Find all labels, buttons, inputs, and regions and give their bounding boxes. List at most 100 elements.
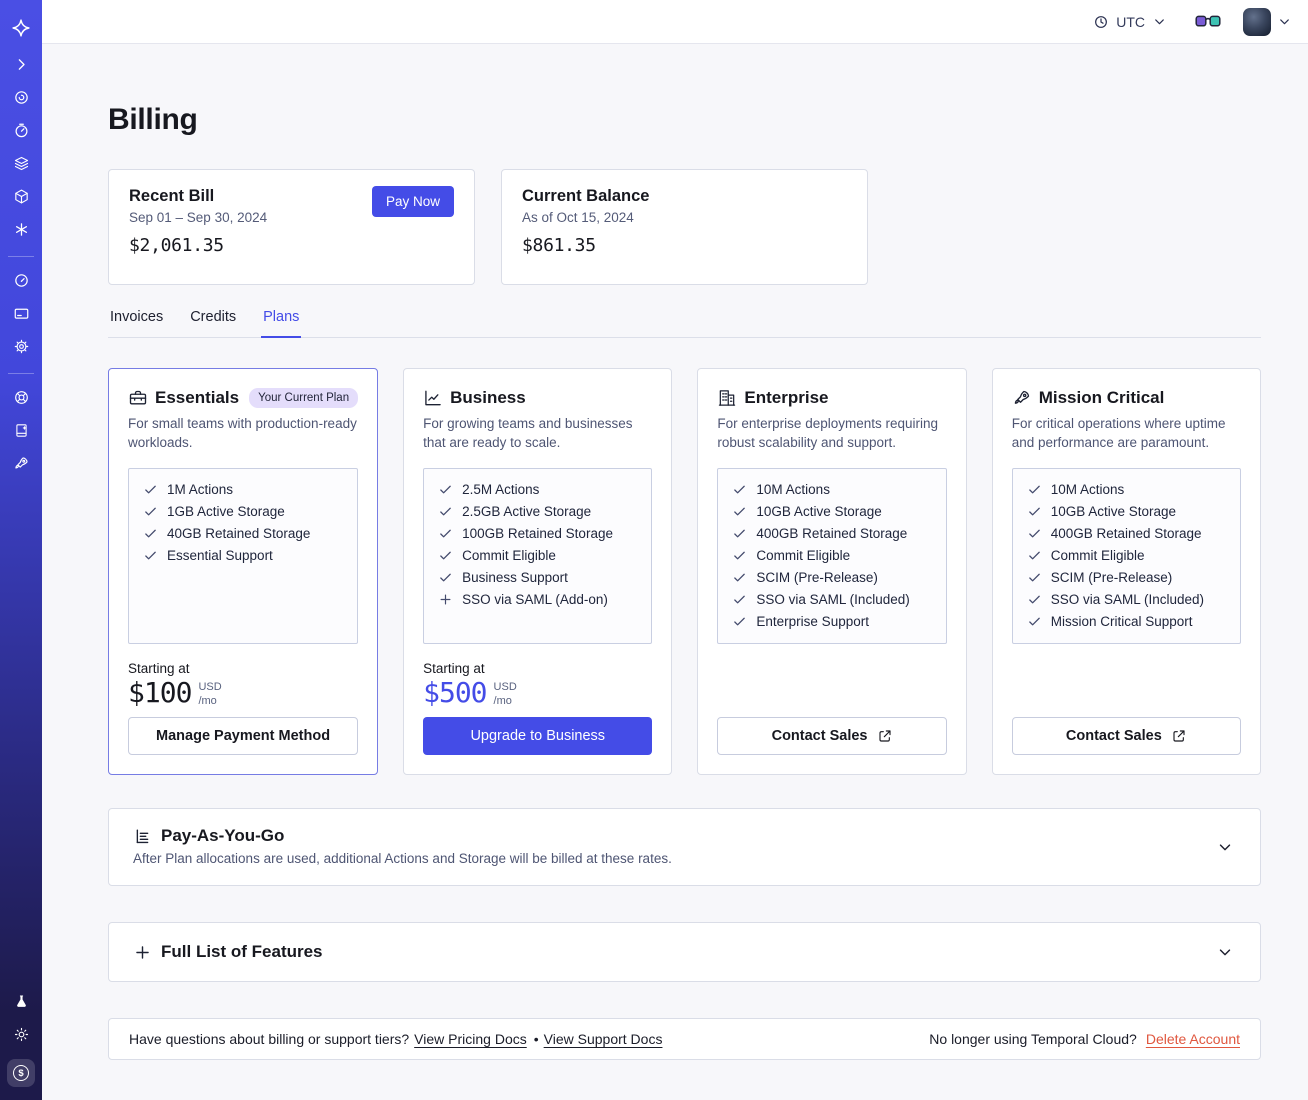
feature-item: 10M Actions (1027, 482, 1226, 497)
sidebar-item-layers-icon[interactable] (13, 155, 30, 172)
plan-card-enterprise: Enterprise For enterprise deployments re… (697, 368, 967, 775)
feature-item: SSO via SAML (Included) (1027, 592, 1226, 607)
chevron-down-icon[interactable] (1216, 943, 1234, 961)
topbar: UTC (42, 0, 1308, 44)
feature-item: 10GB Active Storage (1027, 504, 1226, 519)
delete-account-link[interactable]: Delete Account (1146, 1031, 1240, 1047)
current-plan-badge: Your Current Plan (249, 388, 359, 408)
sidebar-item-cube-icon[interactable] (13, 188, 30, 205)
sidebar-item-spiral-icon[interactable] (13, 89, 30, 106)
check-icon (734, 573, 746, 582)
plan-name: Essentials (155, 388, 240, 407)
current-balance-amount: $861.35 (522, 235, 596, 256)
glasses-icon[interactable] (1195, 14, 1221, 29)
timezone-selector[interactable]: UTC (1093, 14, 1167, 30)
pay-now-button[interactable]: Pay Now (371, 186, 454, 217)
rocket-icon (1014, 390, 1029, 404)
delete-prompt: No longer using Temporal Cloud? (929, 1031, 1137, 1047)
sidebar-expand-chevron-right-icon[interactable] (13, 56, 30, 73)
sidebar-item-gauge-icon[interactable] (13, 272, 30, 289)
feature-item: 1GB Active Storage (143, 504, 343, 519)
check-icon (440, 485, 451, 494)
pay-as-you-go-section[interactable]: Pay-As-You-Go After Plan allocations are… (108, 808, 1261, 886)
sidebar-item-asterisk-icon[interactable] (13, 221, 30, 238)
sidebar-item-flask-icon[interactable] (13, 993, 30, 1010)
check-icon (1028, 507, 1040, 516)
tab-credits[interactable]: Credits (188, 309, 238, 337)
sidebar-item-credit-card-icon[interactable] (13, 305, 30, 322)
feature-item: 2.5M Actions (438, 482, 637, 497)
sidebar-item-gear-icon[interactable] (13, 338, 30, 355)
feature-item: 100GB Retained Storage (438, 526, 637, 541)
feature-item: 2.5GB Active Storage (438, 504, 637, 519)
upgrade-to-business-button[interactable]: Upgrade to Business (423, 717, 653, 755)
price-period: /mo (493, 695, 512, 708)
full-features-section[interactable]: Full List of Features (108, 922, 1261, 982)
check-icon (734, 595, 746, 604)
plan-feature-box: 10M Actions 10GB Active Storage 400GB Re… (717, 467, 947, 644)
feature-item: SCIM (Pre-Release) (732, 570, 931, 585)
account-menu[interactable] (1243, 7, 1292, 36)
sidebar-item-book-icon[interactable] (13, 422, 30, 439)
dollar-coin-icon: $ (13, 1065, 29, 1081)
temporal-logo-icon[interactable] (11, 18, 31, 38)
manage-payment-method-button[interactable]: Manage Payment Method (128, 717, 359, 755)
avatar (1243, 7, 1271, 36)
check-icon (1028, 595, 1040, 604)
sidebar-item-billing-active[interactable]: $ (7, 1059, 35, 1087)
plan-description: For critical operations where uptime and… (1011, 416, 1226, 450)
check-icon (734, 551, 746, 560)
feature-item: 10GB Active Storage (732, 504, 931, 519)
sidebar-item-sun-icon[interactable] (13, 1026, 30, 1043)
chevron-down-icon[interactable] (1216, 838, 1234, 856)
plan-description: For small teams with production-ready wo… (128, 416, 357, 450)
plan-name: Enterprise (744, 388, 829, 407)
timezone-label: UTC (1116, 13, 1145, 30)
sidebar-item-timer-icon[interactable] (13, 122, 30, 139)
tab-invoices[interactable]: Invoices (108, 309, 165, 337)
price-currency: USD (493, 680, 517, 693)
view-pricing-docs-link[interactable]: View Pricing Docs (414, 1031, 527, 1047)
footer-question: Have questions about billing or support … (129, 1031, 410, 1047)
external-link-icon (878, 730, 891, 742)
tab-plans[interactable]: Plans (261, 309, 302, 338)
feature-item: Business Support (438, 570, 637, 585)
page-title: Billing (108, 103, 198, 136)
plan-feature-box: 10M Actions 10GB Active Storage 400GB Re… (1011, 467, 1241, 644)
check-icon (145, 529, 156, 538)
sidebar-item-lifebuoy-icon[interactable] (13, 389, 30, 406)
chevron-down-icon (1280, 19, 1289, 25)
check-icon (145, 485, 156, 494)
building-icon (719, 390, 736, 406)
feature-item: Commit Eligible (438, 548, 637, 563)
view-support-docs-link[interactable]: View Support Docs (544, 1031, 663, 1047)
contact-sales-button[interactable]: Contact Sales (1011, 717, 1241, 755)
external-link-icon (1173, 730, 1185, 742)
sidebar-divider (8, 373, 34, 374)
feature-item: SSO via SAML (Included) (732, 592, 931, 607)
check-icon (1028, 529, 1040, 538)
current-balance-title: Current Balance (522, 187, 650, 205)
check-icon (440, 551, 451, 560)
rates-chart-icon (136, 828, 149, 843)
current-balance-as-of: As of Oct 15, 2024 (522, 210, 634, 225)
plan-card-mission-critical: Mission Critical For critical operations… (991, 368, 1261, 775)
section-title: Full List of Features (161, 942, 323, 961)
feature-item: 400GB Retained Storage (1027, 526, 1226, 541)
footer-help: Have questions about billing or support … (129, 1031, 667, 1047)
check-icon (440, 529, 451, 538)
feature-item: Essential Support (143, 548, 343, 563)
check-icon (440, 507, 451, 516)
footer-delete: No longer using Temporal Cloud? Delete Ac… (929, 1031, 1240, 1047)
recent-bill-amount: $2,061.35 (129, 235, 224, 256)
sidebar-item-rocket-icon[interactable] (13, 455, 30, 472)
clock-icon (1095, 15, 1108, 28)
feature-item: 1M Actions (143, 482, 343, 497)
feature-item: Commit Eligible (732, 548, 931, 563)
toolbox-icon (129, 390, 147, 405)
contact-sales-button[interactable]: Contact Sales (717, 717, 947, 755)
plan-card-business: Business For growing teams and businesse… (403, 368, 673, 775)
chevron-down-icon (1155, 19, 1164, 25)
feature-item: 40GB Retained Storage (143, 526, 343, 541)
plan-price: $100 (128, 675, 192, 709)
